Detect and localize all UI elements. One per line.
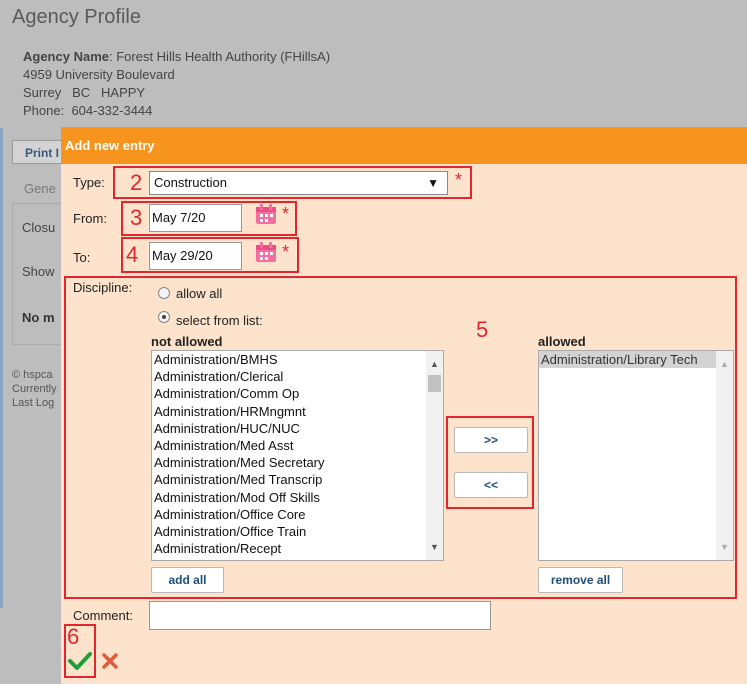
cancel-x-icon[interactable] [101, 652, 119, 670]
dropdown-arrow-icon: ▼ [427, 176, 439, 190]
annotation-number-type: 2 [130, 170, 143, 195]
allow-all-label: allow all [176, 286, 223, 301]
phone-value: 604-332-3444 [71, 103, 153, 118]
list-item[interactable]: Administration/Office Train [152, 523, 443, 540]
from-label: From: [73, 211, 107, 226]
save-check-icon[interactable] [68, 651, 92, 671]
move-left-button[interactable]: << [454, 472, 528, 498]
annotation-number-from: 3 [130, 205, 143, 230]
annotation-number-save: 6 [67, 624, 80, 649]
allow-all-radio[interactable] [158, 287, 170, 299]
agency-address: 4959 University Boulevard [23, 67, 175, 82]
annotation-number-to: 4 [126, 242, 139, 267]
type-select[interactable]: Construction ▼ [149, 171, 448, 195]
list-item[interactable]: Administration/Comm Op [152, 385, 443, 402]
list-item[interactable]: Administration/Clerical [152, 368, 443, 385]
discipline-label: Discipline: [73, 280, 133, 295]
calendar-icon[interactable] [255, 241, 277, 263]
allowed-list[interactable]: Administration/Library Tech ▲ ▼ [538, 350, 734, 561]
list-item[interactable]: Administration/HUC/NUC [152, 420, 443, 437]
list-item[interactable]: Administration/HRMngmnt [152, 403, 443, 420]
dialog-title: Add new entry [65, 138, 155, 153]
list-item[interactable]: Administration/Med Transcrip [152, 471, 443, 488]
phone-label: Phone: [23, 103, 65, 118]
remove-all-button[interactable]: remove all [538, 567, 623, 593]
list-item[interactable]: Administration/Library Tech [539, 351, 733, 369]
type-label: Type: [73, 175, 105, 190]
add-all-button[interactable]: add all [151, 567, 224, 593]
footer-copyright: © hspca [12, 369, 53, 381]
move-right-button[interactable]: >> [454, 427, 528, 453]
footer-currently: Currently [12, 383, 57, 395]
agency-name: : Forest Hills Health Authority (FHillsA… [108, 49, 331, 64]
calendar-icon[interactable] [255, 203, 277, 225]
agency-name-label: Agency Name [23, 49, 109, 64]
to-date-input[interactable]: May 29/20 [149, 242, 242, 270]
annotation-number-discipline: 5 [476, 317, 489, 342]
list-item[interactable]: Administration/Med Asst [152, 437, 443, 454]
list-item[interactable]: Administration/BMHS [152, 351, 443, 368]
required-marker-to: * [282, 242, 290, 262]
required-marker-type: * [455, 170, 463, 190]
scroll-down-icon[interactable]: ▼ [720, 542, 729, 552]
not-allowed-scrollbar[interactable]: ▲ ▼ [426, 351, 443, 560]
scroll-thumb[interactable] [428, 375, 441, 392]
tab-general[interactable]: Gene [24, 181, 56, 196]
from-date-input[interactable]: May 7/20 [149, 204, 242, 232]
not-allowed-list[interactable]: Administration/BMHS Administration/Cleric… [151, 350, 444, 561]
print-button[interactable]: Print I [12, 140, 64, 164]
required-marker-from: * [282, 204, 290, 224]
agency-info: Agency Name: Forest Hills Health Authori… [23, 48, 330, 120]
list-item[interactable]: Administration/Office Core [152, 506, 443, 523]
dialog-header: Add new entry [61, 127, 747, 164]
no-label: No m [22, 310, 55, 325]
scroll-down-icon[interactable]: ▼ [430, 542, 439, 552]
show-label: Show [22, 264, 55, 279]
type-select-value: Construction [154, 175, 227, 190]
comment-label: Comment: [73, 608, 133, 623]
scroll-up-icon[interactable]: ▲ [720, 359, 729, 369]
not-allowed-header: not allowed [151, 334, 223, 349]
to-label: To: [73, 250, 91, 265]
page-title: Agency Profile [12, 6, 141, 28]
list-item[interactable]: Administration/Med Secretary [152, 454, 443, 471]
comment-input[interactable] [149, 601, 491, 630]
select-from-list-radio[interactable] [158, 311, 170, 323]
scroll-up-icon[interactable]: ▲ [430, 359, 439, 369]
select-from-list-label: select from list: [176, 313, 263, 328]
closure-label: Closu [22, 220, 56, 235]
list-item[interactable]: Administration/Mod Off Skills [152, 489, 443, 506]
list-item[interactable]: Administration/Recept [152, 540, 443, 557]
allowed-scrollbar[interactable]: ▲ ▼ [716, 351, 733, 560]
left-strip [0, 128, 3, 608]
agency-city: Surrey BC HAPPY [23, 85, 146, 100]
footer-last-login: Last Log [12, 397, 55, 409]
footer: © hspca Currently Last Log [12, 368, 57, 410]
allowed-header: allowed [538, 334, 586, 349]
